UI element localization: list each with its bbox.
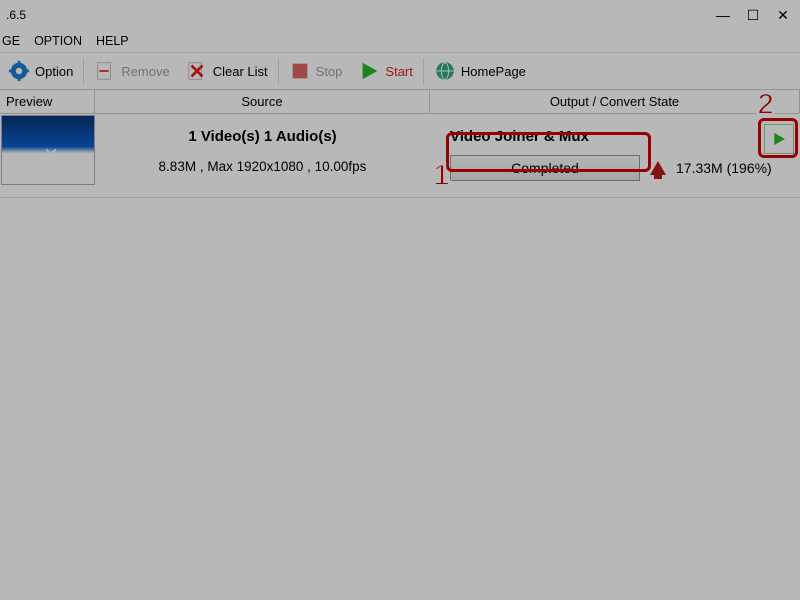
menu-page[interactable]: GE	[2, 34, 20, 48]
option-button[interactable]: Option	[0, 53, 81, 89]
source-cell: 1 Video(s) 1 Audio(s) 8.83M , Max 1920x1…	[95, 114, 430, 197]
header-source: Source	[95, 90, 430, 113]
window-controls: — ☐ ✕	[708, 0, 798, 30]
separator	[423, 58, 424, 84]
play-output-button[interactable]	[764, 124, 794, 154]
homepage-label: HomePage	[461, 64, 526, 79]
option-label: Option	[35, 64, 73, 79]
output-size-text: 17.33M (196%)	[676, 160, 772, 176]
stop-icon	[289, 60, 311, 82]
completed-button[interactable]: Completed	[450, 155, 640, 181]
separator	[278, 58, 279, 84]
source-details: 8.83M , Max 1920x1080 , 10.00fps	[159, 159, 367, 174]
increase-arrow-icon	[650, 161, 666, 175]
minimize-button[interactable]: —	[708, 0, 738, 30]
homepage-button[interactable]: HomePage	[426, 53, 534, 89]
video-thumbnail	[1, 115, 95, 185]
stop-label: Stop	[316, 64, 343, 79]
stop-button[interactable]: Stop	[281, 53, 351, 89]
table-row[interactable]: 1 Video(s) 1 Audio(s) 8.83M , Max 1920x1…	[0, 114, 800, 198]
remove-label: Remove	[121, 64, 169, 79]
toolbar: Option Remove Clear List Stop Start Home…	[0, 52, 800, 90]
remove-icon	[94, 60, 116, 82]
source-title: 1 Video(s) 1 Audio(s)	[188, 128, 336, 145]
gear-icon	[8, 60, 30, 82]
column-headers: Preview Source Output / Convert State	[0, 90, 800, 114]
menu-help[interactable]: HELP	[96, 34, 129, 48]
header-preview: Preview	[0, 90, 95, 113]
output-cell: Video Joiner & Mux Completed 17.33M (196…	[430, 114, 800, 197]
titlebar: .6.5 — ☐ ✕	[0, 0, 800, 30]
close-button[interactable]: ✕	[768, 0, 798, 30]
start-label: Start	[385, 64, 412, 79]
start-icon	[358, 60, 380, 82]
output-title: Video Joiner & Mux	[450, 128, 800, 145]
maximize-button[interactable]: ☐	[738, 0, 768, 30]
remove-button[interactable]: Remove	[86, 53, 177, 89]
header-output: Output / Convert State	[430, 90, 800, 113]
window-title: .6.5	[2, 8, 26, 22]
preview-cell	[0, 114, 95, 197]
play-icon	[771, 131, 787, 147]
annotation-number-2: 2	[757, 88, 774, 122]
separator	[83, 58, 84, 84]
annotation-number-1: 1	[433, 159, 450, 193]
clearlist-button[interactable]: Clear List	[178, 53, 276, 89]
menubar: GE OPTION HELP	[0, 30, 800, 52]
globe-icon	[434, 60, 456, 82]
menu-option[interactable]: OPTION	[34, 34, 82, 48]
clearlist-icon	[186, 60, 208, 82]
clearlist-label: Clear List	[213, 64, 268, 79]
start-button[interactable]: Start	[350, 53, 420, 89]
